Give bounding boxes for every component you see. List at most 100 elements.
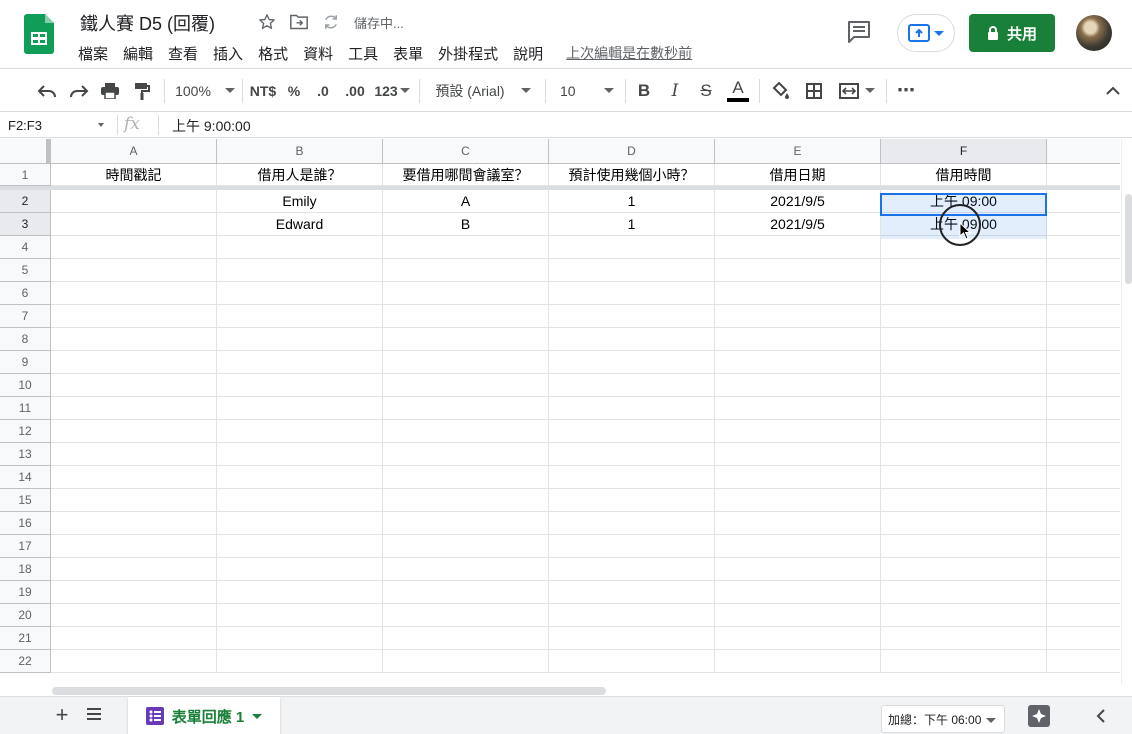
- cell-e12[interactable]: [715, 420, 881, 443]
- cell-c6[interactable]: [383, 282, 549, 305]
- cell-a4[interactable]: [51, 236, 217, 259]
- cell-e18[interactable]: [715, 558, 881, 581]
- cell-d4[interactable]: [549, 236, 715, 259]
- cell-f6[interactable]: [881, 282, 1047, 305]
- cell-e17[interactable]: [715, 535, 881, 558]
- cell-b11[interactable]: [217, 397, 383, 420]
- cell-f17[interactable]: [881, 535, 1047, 558]
- cell-e2[interactable]: 2021/9/5: [715, 190, 881, 213]
- cell-e9[interactable]: [715, 351, 881, 374]
- column-header-f[interactable]: F: [881, 139, 1047, 164]
- cell-d16[interactable]: [549, 512, 715, 535]
- cell-b20[interactable]: [217, 604, 383, 627]
- cell-g22[interactable]: [1047, 650, 1120, 673]
- menu-addons[interactable]: 外掛程式: [438, 42, 513, 64]
- cell-c20[interactable]: [383, 604, 549, 627]
- cell-c3[interactable]: B: [383, 213, 549, 236]
- cell-c18[interactable]: [383, 558, 549, 581]
- cell-f14[interactable]: [881, 466, 1047, 489]
- cell-f13[interactable]: [881, 443, 1047, 466]
- cell-f19[interactable]: [881, 581, 1047, 604]
- cell-b16[interactable]: [217, 512, 383, 535]
- row-header-10[interactable]: 10: [0, 374, 51, 397]
- cell-a11[interactable]: [51, 397, 217, 420]
- cell-f7[interactable]: [881, 305, 1047, 328]
- cell-e19[interactable]: [715, 581, 881, 604]
- cell-f9[interactable]: [881, 351, 1047, 374]
- row-header-13[interactable]: 13: [0, 443, 51, 466]
- cell-g14[interactable]: [1047, 466, 1120, 489]
- row-header-17[interactable]: 17: [0, 535, 51, 558]
- cell-a19[interactable]: [51, 581, 217, 604]
- cell-g7[interactable]: [1047, 305, 1120, 328]
- column-header-b[interactable]: B: [217, 139, 383, 164]
- cell-a16[interactable]: [51, 512, 217, 535]
- cell-f10[interactable]: [881, 374, 1047, 397]
- document-title[interactable]: 鐵人賽 D5 (回覆): [80, 10, 215, 36]
- cell-a12[interactable]: [51, 420, 217, 443]
- cell-g21[interactable]: [1047, 627, 1120, 650]
- cell-e3[interactable]: 2021/9/5: [715, 213, 881, 236]
- cell-d5[interactable]: [549, 259, 715, 282]
- row-header-7[interactable]: 7: [0, 305, 51, 328]
- decrease-decimal-button[interactable]: .0: [311, 69, 335, 112]
- cell-f16[interactable]: [881, 512, 1047, 535]
- cell-e8[interactable]: [715, 328, 881, 351]
- cell-c8[interactable]: [383, 328, 549, 351]
- cell-c21[interactable]: [383, 627, 549, 650]
- sheet-tab-form-responses[interactable]: 表單回應 1: [128, 697, 280, 734]
- row-header-19[interactable]: 19: [0, 581, 51, 604]
- redo-icon[interactable]: [66, 69, 92, 112]
- more-formats-button[interactable]: 123: [372, 69, 412, 112]
- cell-a21[interactable]: [51, 627, 217, 650]
- cell-b22[interactable]: [217, 650, 383, 673]
- row-header-22[interactable]: 22: [0, 650, 51, 673]
- column-header-g[interactable]: [1047, 139, 1120, 164]
- text-color-button[interactable]: A: [725, 69, 751, 112]
- star-icon[interactable]: [256, 11, 278, 33]
- fill-color-icon[interactable]: [768, 69, 794, 112]
- cell-e20[interactable]: [715, 604, 881, 627]
- cell-e13[interactable]: [715, 443, 881, 466]
- cell-d8[interactable]: [549, 328, 715, 351]
- cell-d14[interactable]: [549, 466, 715, 489]
- cell-d20[interactable]: [549, 604, 715, 627]
- cell-d9[interactable]: [549, 351, 715, 374]
- font-size-select[interactable]: 10: [552, 69, 622, 112]
- cell-e1[interactable]: 借用日期: [715, 164, 881, 186]
- cell-c22[interactable]: [383, 650, 549, 673]
- menu-insert[interactable]: 插入: [213, 42, 258, 64]
- cell-d13[interactable]: [549, 443, 715, 466]
- cell-f5[interactable]: [881, 259, 1047, 282]
- cell-b3[interactable]: Edward: [217, 213, 383, 236]
- cell-b4[interactable]: [217, 236, 383, 259]
- cell-e21[interactable]: [715, 627, 881, 650]
- side-panel-toggle-icon[interactable]: [1096, 709, 1110, 723]
- cell-a15[interactable]: [51, 489, 217, 512]
- menu-format[interactable]: 格式: [258, 42, 303, 64]
- frozen-row-divider[interactable]: [0, 186, 1120, 190]
- cell-c7[interactable]: [383, 305, 549, 328]
- cell-f21[interactable]: [881, 627, 1047, 650]
- menu-file[interactable]: 檔案: [78, 42, 123, 64]
- cell-g9[interactable]: [1047, 351, 1120, 374]
- row-header-14[interactable]: 14: [0, 466, 51, 489]
- cell-c15[interactable]: [383, 489, 549, 512]
- cell-g8[interactable]: [1047, 328, 1120, 351]
- move-folder-icon[interactable]: [288, 11, 310, 33]
- menu-form[interactable]: 表單: [393, 42, 438, 64]
- cell-c9[interactable]: [383, 351, 549, 374]
- cell-e4[interactable]: [715, 236, 881, 259]
- cell-c5[interactable]: [383, 259, 549, 282]
- row-header-3[interactable]: 3: [0, 213, 51, 236]
- cell-b7[interactable]: [217, 305, 383, 328]
- cell-e16[interactable]: [715, 512, 881, 535]
- cell-b1[interactable]: 借用人是誰？: [217, 164, 383, 186]
- cell-b15[interactable]: [217, 489, 383, 512]
- cell-b9[interactable]: [217, 351, 383, 374]
- row-header-2[interactable]: 2: [0, 190, 51, 213]
- sum-summary-select[interactable]: 加總：下午 06:00: [881, 705, 1005, 733]
- cell-g11[interactable]: [1047, 397, 1120, 420]
- cell-e14[interactable]: [715, 466, 881, 489]
- zoom-select[interactable]: 100%: [172, 69, 238, 112]
